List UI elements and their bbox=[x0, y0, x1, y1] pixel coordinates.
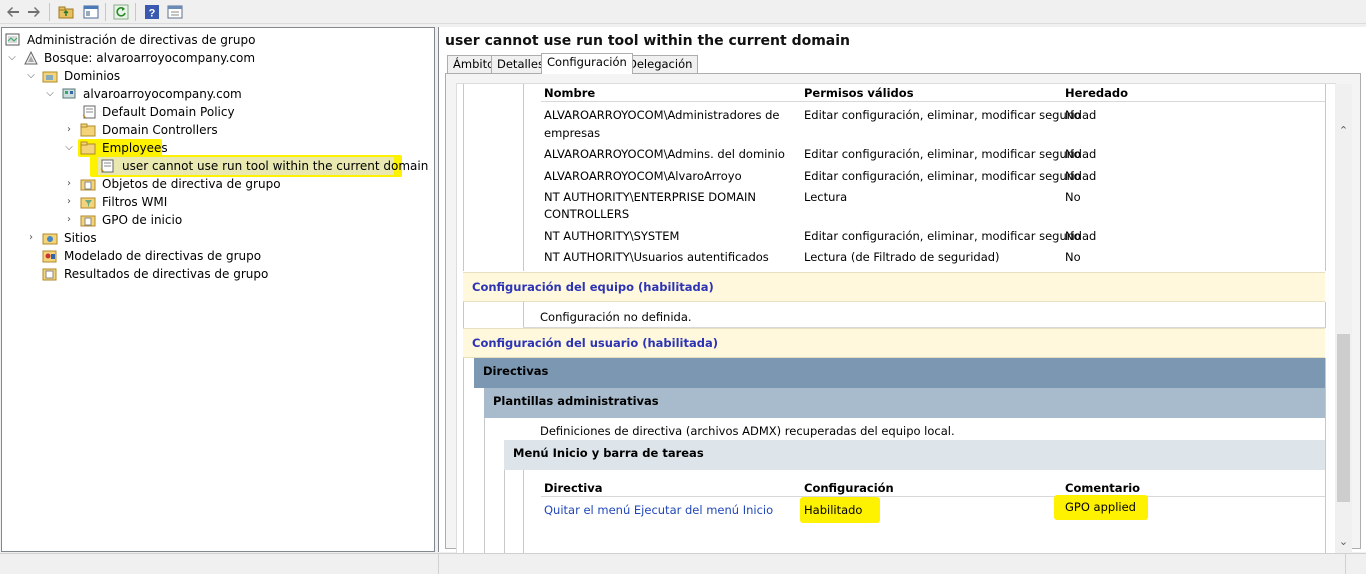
ou-folder-icon bbox=[80, 141, 96, 155]
svg-text:?: ? bbox=[149, 8, 156, 20]
console-tree[interactable]: Administración de directivas de grupo ⌵ … bbox=[1, 27, 435, 552]
table-row-name: NT AUTHORITY\SYSTEM bbox=[544, 229, 680, 243]
table-row-inherited: No bbox=[1065, 169, 1081, 183]
chevron-down-icon[interactable]: ⌵ bbox=[64, 139, 74, 157]
tree-item-wmi-filters-label: Filtros WMI bbox=[102, 195, 168, 209]
forward-arrow-icon[interactable] bbox=[25, 3, 43, 21]
table-row-permissions: Editar configuración, eliminar, modifica… bbox=[804, 108, 1097, 122]
scroll-down-icon[interactable]: ⌄ bbox=[1335, 533, 1352, 550]
refresh-icon[interactable] bbox=[112, 3, 130, 21]
chevron-right-icon[interactable]: › bbox=[64, 175, 74, 193]
section-user-config[interactable]: Configuración del usuario (habilitada) bbox=[463, 328, 1325, 358]
forest-icon bbox=[24, 51, 38, 65]
table-row-inherited: No bbox=[1065, 190, 1081, 204]
tree-item-results-label: Resultados de directivas de grupo bbox=[64, 267, 269, 281]
table-row-name: ALVAROARROYOCOM\Admins. del dominio bbox=[544, 147, 785, 161]
table-row-name-cont: CONTROLLERS bbox=[544, 207, 630, 221]
admx-note: Definiciones de directiva (archivos ADMX… bbox=[540, 424, 955, 438]
col-header-inherited: Heredado bbox=[1065, 86, 1129, 100]
policy-link[interactable]: Quitar el menú Ejecutar del menú Inicio bbox=[544, 503, 773, 517]
tab-delegation[interactable]: Delegación bbox=[622, 55, 699, 73]
settings-report[interactable]: Nombre Permisos válidos Heredado ALVAROA… bbox=[456, 83, 1336, 555]
scroll-thumb[interactable] bbox=[1337, 334, 1350, 502]
col-header-permissions: Permisos válidos bbox=[804, 86, 914, 100]
table-row-permissions: Editar configuración, eliminar, modifica… bbox=[804, 169, 1097, 183]
section-admin-templates[interactable]: Plantillas administrativas bbox=[484, 388, 1325, 418]
vertical-scrollbar[interactable]: ⌃ ⌄ bbox=[1335, 84, 1352, 554]
chevron-right-icon[interactable]: › bbox=[64, 121, 74, 139]
help-icon[interactable]: ? bbox=[143, 3, 161, 21]
computer-config-note: Configuración no definida. bbox=[540, 310, 692, 324]
tree-item-domain-label: alvaroarroyocompany.com bbox=[83, 87, 242, 101]
tree-root-label: Administración de directivas de grupo bbox=[27, 33, 256, 47]
sites-folder-icon bbox=[42, 233, 58, 245]
show-hide-tree-icon[interactable] bbox=[82, 3, 100, 21]
table-row-permissions: Editar configuración, eliminar, modifica… bbox=[804, 229, 1097, 243]
page-title: user cannot use run tool within the curr… bbox=[445, 33, 851, 49]
tree-item-default-policy-label: Default Domain Policy bbox=[102, 105, 235, 119]
section-policies[interactable]: Directivas bbox=[474, 358, 1325, 388]
up-folder-icon[interactable] bbox=[57, 3, 75, 21]
col-header-comment: Comentario bbox=[1065, 481, 1141, 495]
table-row-inherited: No bbox=[1065, 229, 1081, 243]
tree-item-domain-controllers-label: Domain Controllers bbox=[102, 123, 218, 137]
tree-item-modeling-label: Modelado de directivas de grupo bbox=[64, 249, 262, 263]
section-start-menu[interactable]: Menú Inicio y barra de tareas bbox=[504, 440, 1325, 470]
section-computer-config[interactable]: Configuración del equipo (habilitada) bbox=[463, 272, 1325, 302]
section-start-menu-title: Menú Inicio y barra de tareas bbox=[513, 446, 704, 460]
tab-settings[interactable]: Configuración bbox=[541, 53, 633, 74]
chevron-right-icon[interactable]: › bbox=[64, 211, 74, 229]
status-bar bbox=[0, 553, 1366, 574]
col-header-name: Nombre bbox=[544, 86, 596, 100]
section-user-config-title: Configuración del usuario (habilitada) bbox=[472, 336, 718, 350]
starter-gpo-folder-icon bbox=[80, 215, 96, 227]
col-header-setting: Configuración bbox=[804, 481, 894, 495]
domain-icon bbox=[62, 88, 76, 99]
tree-item-forest-label: Bosque: alvaroarroyocompany.com bbox=[44, 51, 256, 65]
table-row-permissions: Lectura bbox=[804, 190, 848, 204]
scroll-up-icon[interactable]: ⌃ bbox=[1335, 122, 1352, 139]
table-row-name: ALVAROARROYOCOM\AlvaroArroyo bbox=[544, 169, 742, 183]
table-row-name: NT AUTHORITY\ENTERPRISE DOMAIN bbox=[544, 190, 756, 204]
table-row-inherited: No bbox=[1065, 108, 1081, 122]
col-header-policy: Directiva bbox=[544, 481, 603, 495]
chevron-down-icon[interactable]: ⌵ bbox=[45, 85, 55, 103]
tree-item-gpo-objects-label: Objetos de directiva de grupo bbox=[102, 177, 281, 191]
properties-icon[interactable] bbox=[166, 3, 184, 21]
table-row-inherited: No bbox=[1065, 250, 1081, 264]
tree-item-domains-label: Dominios bbox=[64, 69, 121, 83]
chevron-down-icon[interactable]: ⌵ bbox=[7, 49, 17, 67]
chevron-right-icon[interactable]: › bbox=[26, 229, 36, 247]
table-row-inherited: No bbox=[1065, 147, 1081, 161]
gpo-link-icon bbox=[100, 159, 114, 173]
table-row-permissions: Lectura (de Filtrado de seguridad) bbox=[804, 250, 1000, 264]
tree-item-gpo-link-label: user cannot use run tool within the curr… bbox=[122, 159, 429, 173]
chevron-right-icon[interactable]: › bbox=[64, 193, 74, 211]
tree-item-starter-gpos-label: GPO de inicio bbox=[102, 213, 183, 227]
policy-setting-value: Habilitado bbox=[800, 497, 881, 523]
table-row-name: NT AUTHORITY\Usuarios autentificados bbox=[544, 250, 769, 264]
ou-folder-icon bbox=[80, 123, 96, 137]
wmi-filter-folder-icon bbox=[80, 197, 96, 209]
gpmc-icon bbox=[5, 33, 20, 46]
chevron-down-icon[interactable]: ⌵ bbox=[26, 67, 36, 85]
section-computer-config-title: Configuración del equipo (habilitada) bbox=[472, 280, 714, 294]
results-icon bbox=[42, 268, 57, 281]
table-row-name-cont: empresas bbox=[544, 126, 601, 140]
gpo-link-icon bbox=[82, 105, 96, 119]
toolbar: ? bbox=[0, 0, 1366, 24]
section-policies-title: Directivas bbox=[483, 364, 549, 378]
domains-folder-icon bbox=[42, 71, 58, 83]
modeling-icon bbox=[42, 250, 57, 263]
policy-comment-value: GPO applied bbox=[1054, 495, 1148, 520]
table-row-permissions: Editar configuración, eliminar, modifica… bbox=[804, 147, 1097, 161]
gpo-folder-icon bbox=[80, 179, 96, 191]
details-pane: user cannot use run tool within the curr… bbox=[438, 27, 1366, 555]
back-arrow-icon[interactable] bbox=[4, 3, 22, 21]
tree-item-sites-label: Sitios bbox=[64, 231, 97, 245]
section-admin-templates-title: Plantillas administrativas bbox=[493, 394, 659, 408]
table-row-name: ALVAROARROYOCOM\Administradores de bbox=[544, 108, 780, 122]
